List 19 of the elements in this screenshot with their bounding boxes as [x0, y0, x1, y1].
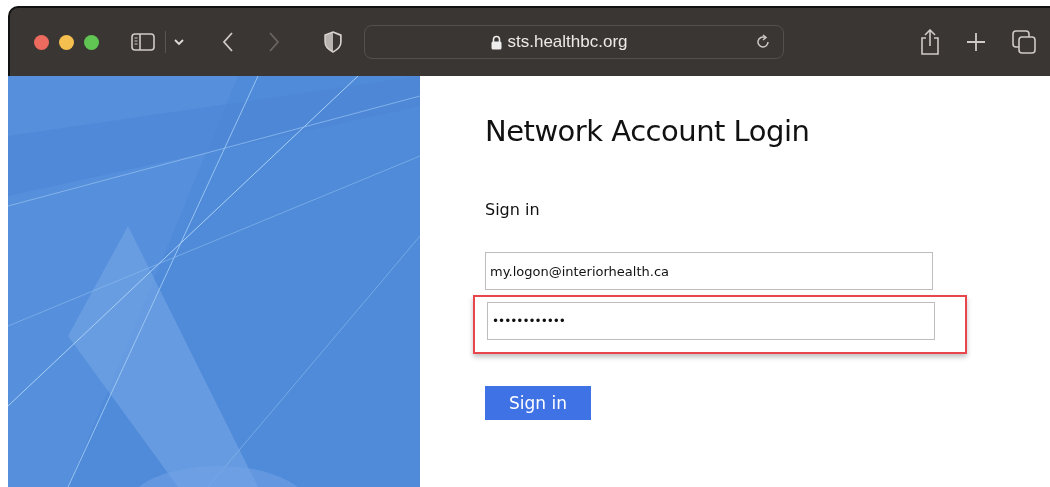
- back-icon[interactable]: [222, 32, 234, 52]
- minimize-icon[interactable]: [59, 34, 74, 50]
- email-field[interactable]: my.logon@interiorhealth.ca: [485, 252, 933, 290]
- shield-icon[interactable]: [324, 31, 342, 53]
- chevron-down-icon[interactable]: [174, 38, 184, 46]
- reload-icon[interactable]: [755, 34, 771, 50]
- zoom-icon[interactable]: [84, 34, 99, 50]
- page-title: Network Account Login: [485, 114, 810, 148]
- plus-icon[interactable]: [966, 32, 986, 52]
- sidebar-icon[interactable]: [131, 32, 155, 52]
- password-field[interactable]: ••••••••••••: [487, 302, 935, 340]
- close-icon[interactable]: [34, 34, 49, 50]
- tabs-overview-icon[interactable]: [1012, 30, 1036, 54]
- lock-icon: [490, 34, 502, 50]
- sign-in-heading: Sign in: [485, 200, 540, 219]
- url-text: sts.healthbc.org: [507, 32, 628, 52]
- share-icon[interactable]: [920, 29, 940, 55]
- address-bar[interactable]: sts.healthbc.org: [364, 25, 784, 59]
- sign-in-button[interactable]: Sign in: [485, 386, 591, 420]
